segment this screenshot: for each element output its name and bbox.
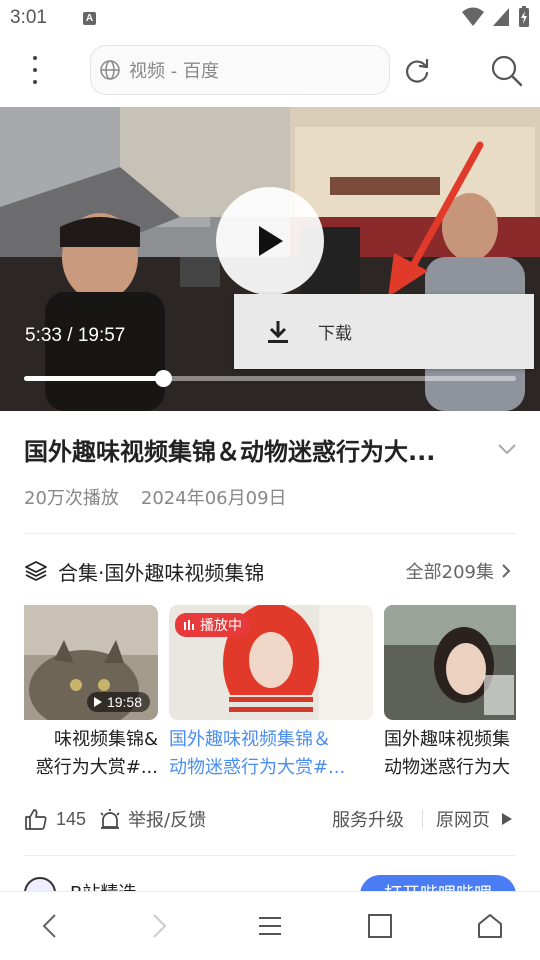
like-count[interactable]: 145 — [56, 809, 86, 830]
view-count: 20万次播放 — [24, 488, 119, 509]
audio-bars-icon — [184, 620, 194, 630]
collection-header[interactable]: 合集·国外趣味视频集锦 全部209集 — [24, 554, 516, 588]
download-label: 下载 — [318, 324, 352, 344]
original-page-link[interactable]: 原网页 — [436, 806, 490, 832]
divider — [24, 855, 516, 856]
divider — [24, 533, 516, 534]
collection-title: 合集·国外趣味视频集锦 — [58, 560, 265, 585]
source-row: B站精选 打开哔哩哔哩 — [24, 873, 516, 893]
back-button[interactable] — [32, 908, 68, 944]
chevron-right-icon — [153, 914, 167, 938]
collection-card-playing[interactable]: 播放中 国外趣味视频集锦＆ 动物迷惑行为大赏#... — [169, 605, 373, 782]
now-playing-badge: 播放中 — [175, 613, 250, 637]
chevron-right-icon[interactable] — [498, 562, 514, 580]
video-player[interactable]: 5:33 / 19:57 下载 — [0, 107, 540, 411]
action-row: 145 举报/反馈 服务升级 原网页 — [24, 803, 516, 835]
video-timecode: 5:33 / 19:57 — [25, 325, 126, 346]
play-icon — [259, 226, 283, 256]
thumbs-up-icon[interactable] — [24, 807, 48, 831]
download-popup[interactable]: 下载 — [234, 294, 534, 369]
play-button[interactable] — [216, 187, 324, 295]
divider — [422, 810, 423, 828]
card-title: 国外趣味视频集锦＆ 动物迷惑行为大赏#... — [169, 729, 346, 778]
collection-card[interactable]: 19:58 味视频集锦& 惑行为大赏#... — [24, 605, 158, 782]
card-title: 国外趣味视频集 动物迷惑行为大 — [384, 729, 510, 778]
status-icons — [462, 6, 530, 28]
forward-button[interactable] — [141, 908, 177, 944]
home-button[interactable] — [472, 908, 508, 944]
video-meta: 20万次播放 2024年06月09日 — [24, 484, 287, 510]
globe-icon — [100, 60, 120, 80]
video-progress-fill — [24, 376, 164, 381]
download-icon — [268, 320, 288, 343]
card-title: 味视频集锦& 惑行为大赏#... — [35, 729, 158, 778]
signal-icon — [493, 8, 509, 26]
card-thumbnail: 19:58 — [24, 605, 158, 720]
tabs-button[interactable] — [362, 908, 398, 944]
search-icon[interactable] — [490, 54, 524, 88]
battery-icon — [519, 6, 529, 27]
duration-badge: 19:58 — [86, 692, 150, 712]
reload-icon[interactable] — [402, 56, 432, 86]
url-text: 视频 - 百度 — [129, 61, 219, 82]
publish-date: 2024年06月09日 — [140, 488, 287, 509]
home-icon — [478, 914, 502, 938]
layers-icon — [25, 561, 47, 581]
collection-carousel[interactable]: 19:58 味视频集锦& 惑行为大赏#... 播放中 国外趣味视频集锦＆ 动物迷… — [24, 605, 516, 785]
service-upgrade-link[interactable]: 服务升级 — [332, 806, 404, 832]
now-playing-text: 播放中 — [200, 618, 242, 634]
collection-card[interactable]: 国外趣味视频集 动物迷惑行为大 — [384, 605, 516, 782]
duration-text: 19:58 — [106, 694, 142, 710]
play-small-icon — [93, 697, 102, 707]
all-episodes-link[interactable]: 全部209集 — [406, 558, 494, 584]
menu-button[interactable] — [252, 908, 288, 944]
status-bar: 3:01 A — [0, 0, 540, 36]
chevron-left-icon — [42, 914, 56, 938]
play-triangle-icon[interactable] — [501, 812, 513, 826]
card-thumbnail: 播放中 — [169, 605, 373, 720]
hamburger-icon — [259, 917, 281, 935]
chevron-down-icon[interactable] — [496, 438, 518, 460]
video-title: 国外趣味视频集锦＆动物迷惑行为大... — [24, 438, 436, 466]
tabs-square-icon — [368, 914, 392, 938]
wifi-icon — [462, 7, 484, 26]
report-feedback-link[interactable]: 举报/反馈 — [128, 806, 206, 832]
address-bar: 视频 - 百度 — [0, 36, 540, 106]
url-field[interactable]: 视频 - 百度 — [90, 45, 390, 95]
card-thumbnail — [384, 605, 516, 720]
notification-a-icon: A — [82, 11, 96, 25]
report-alarm-icon[interactable] — [98, 807, 122, 831]
video-progress-bar[interactable] — [24, 370, 516, 387]
status-time: 3:01 — [10, 7, 47, 28]
browser-nav-bar — [0, 891, 540, 960]
more-menu-icon[interactable] — [24, 52, 46, 88]
